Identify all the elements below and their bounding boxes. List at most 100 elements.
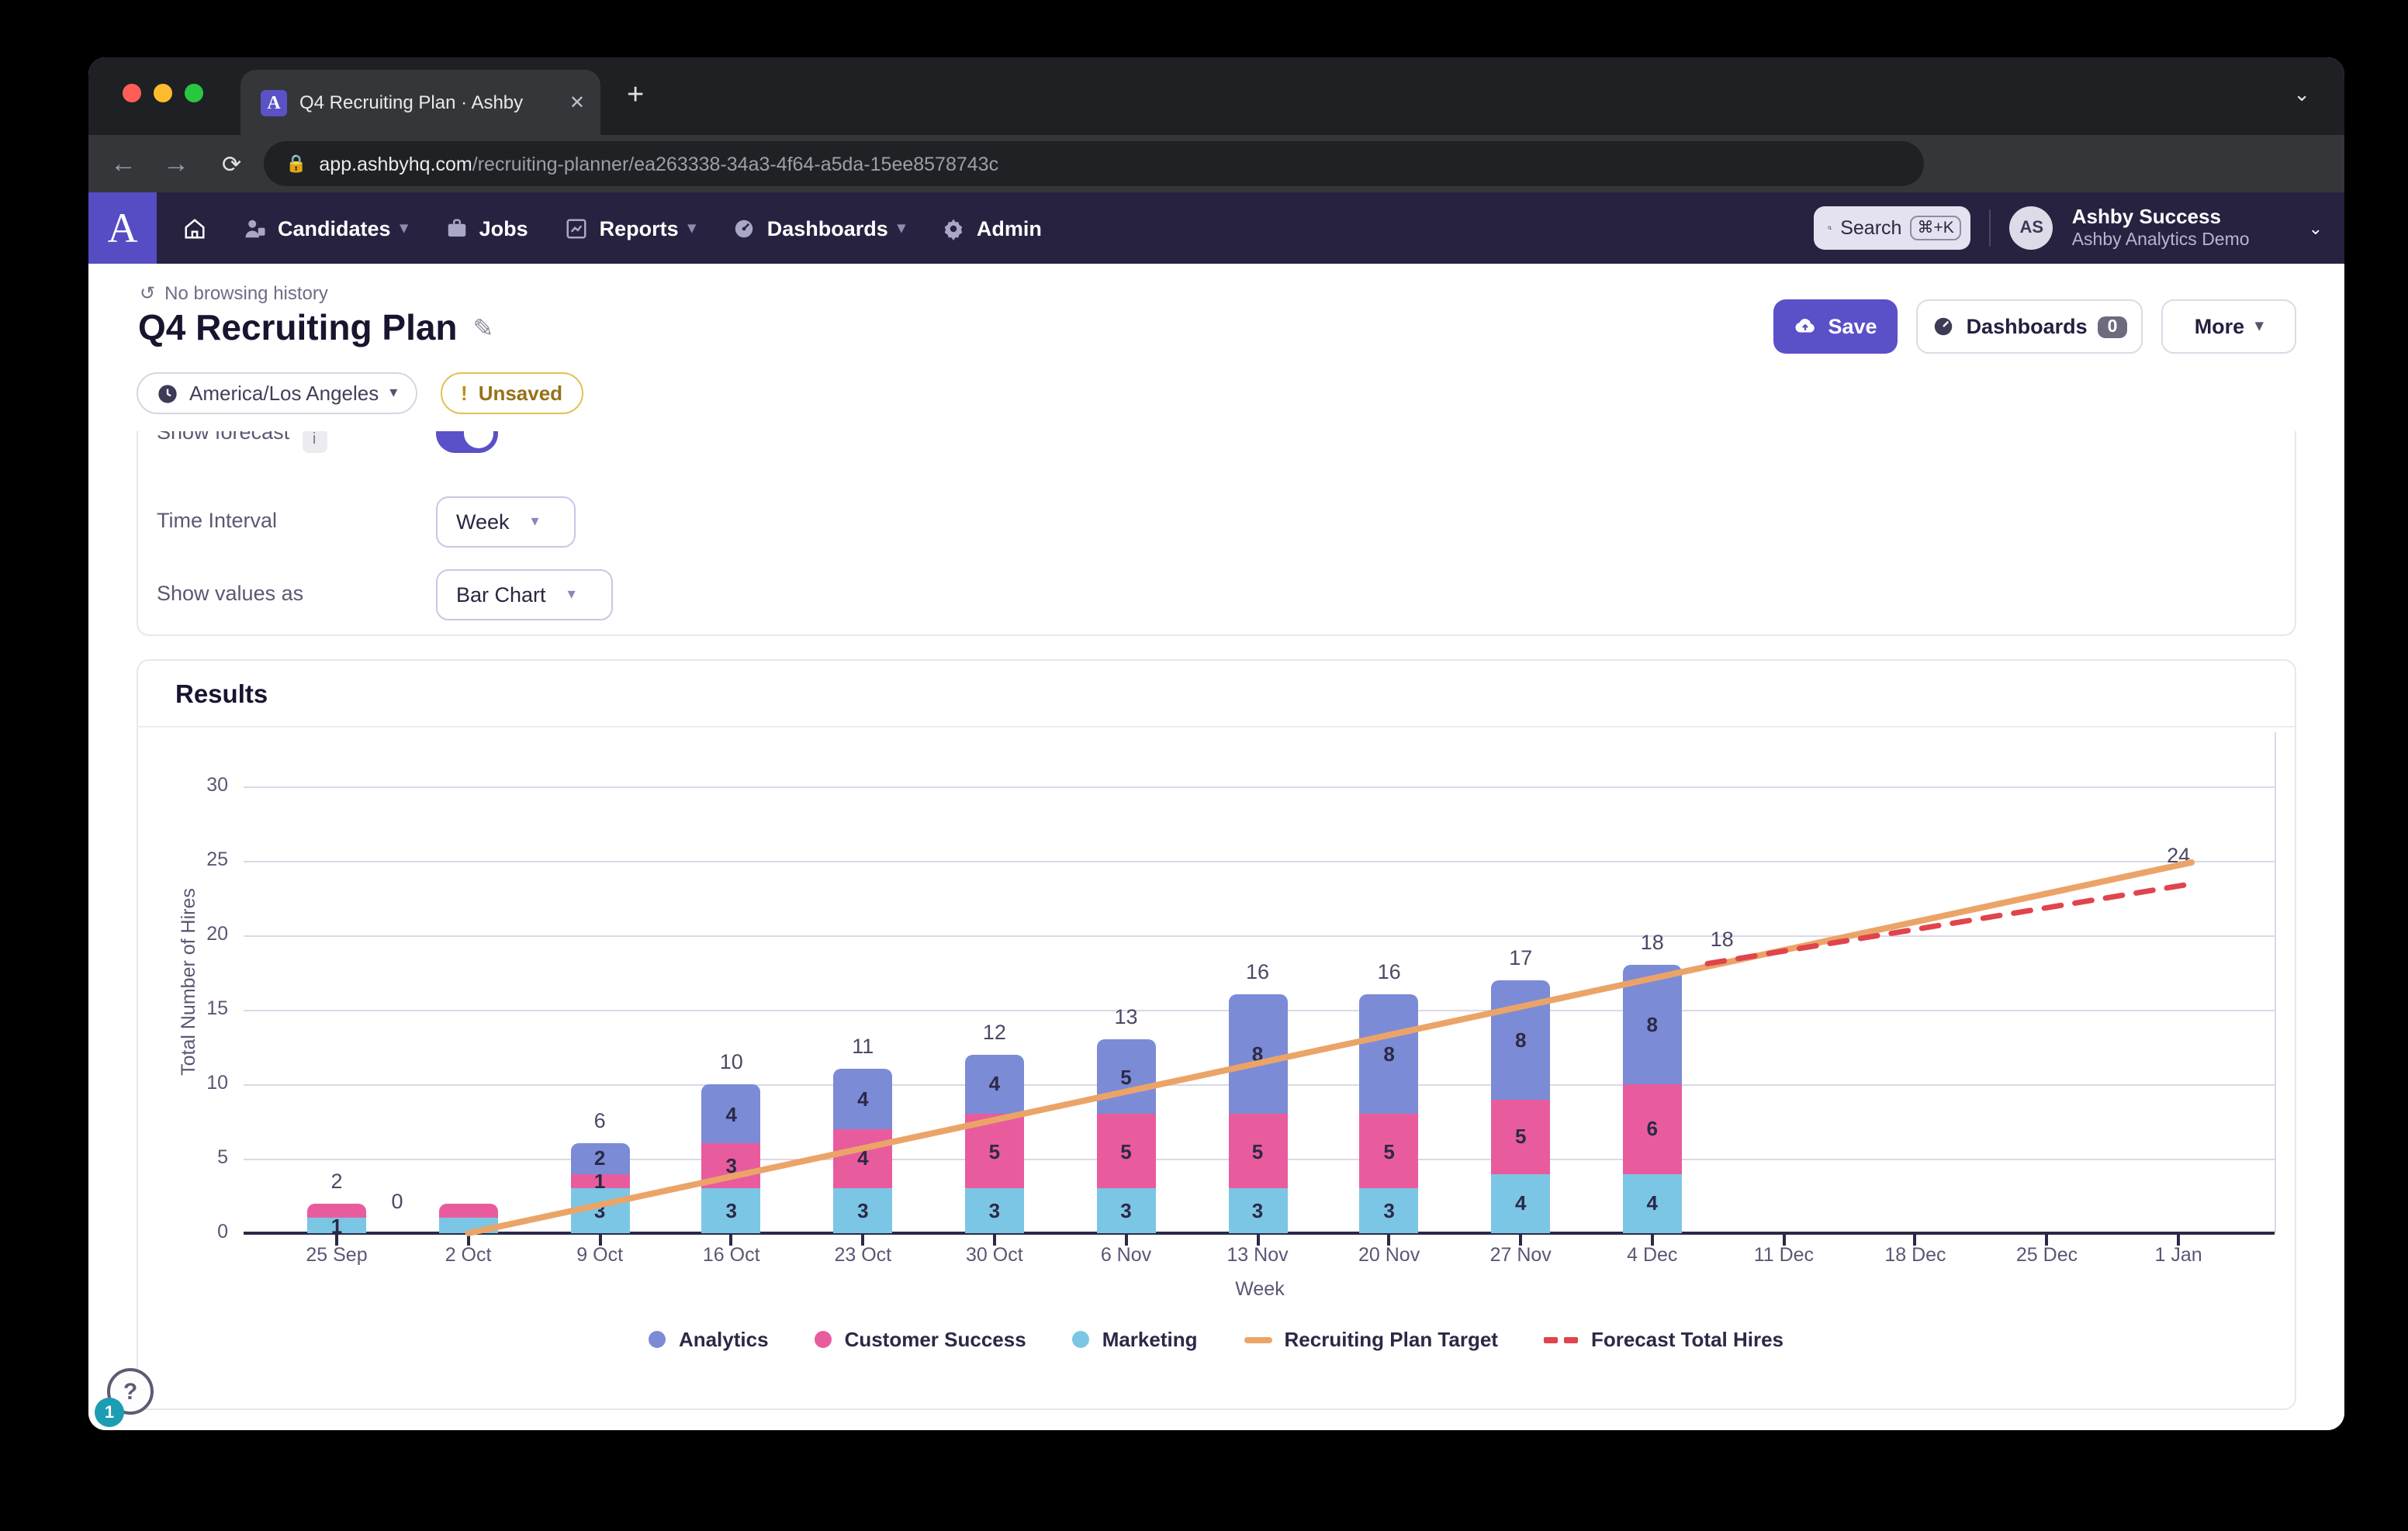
account-menu[interactable]: Ashby Success Ashby Analytics Demo (2072, 204, 2250, 251)
info-icon[interactable]: i (302, 431, 327, 453)
bar-segment: 5 (964, 1114, 1024, 1189)
chevron-down-icon: ▾ (531, 513, 539, 530)
bar-total-label: 17 (1509, 945, 1533, 969)
legend-swatch-icon (815, 1331, 832, 1348)
legend-label: Marketing (1102, 1328, 1198, 1351)
search-input[interactable]: Search ⌘+K (1814, 206, 1971, 250)
tab-close-icon[interactable]: ✕ (569, 92, 585, 113)
reload-button[interactable]: ⟳ (222, 150, 241, 178)
bar-segment: 5 (1359, 1114, 1419, 1189)
history-icon: ↺ (140, 282, 156, 304)
browser-window: A Q4 Recruiting Plan · Ashby ✕ + ⌄ ← → ⟳… (88, 57, 2344, 1430)
bar-segment: 3 (701, 1188, 761, 1233)
legend-swatch-icon (1544, 1336, 1579, 1343)
bar-segment: 5 (1096, 1039, 1156, 1115)
window-zoom-button[interactable] (185, 84, 203, 102)
chevron-down-icon: ▾ (400, 219, 408, 237)
nav-reports[interactable]: Reports ▾ (566, 216, 696, 240)
help-notification-badge: 1 (95, 1398, 124, 1427)
time-interval-select[interactable]: Week ▾ (436, 496, 576, 548)
x-tick-label: 23 Oct (834, 1244, 892, 1266)
new-tab-button[interactable]: + (627, 81, 644, 110)
bar-segment: 8 (1359, 994, 1419, 1115)
show-values-as-select[interactable]: Bar Chart ▾ (436, 569, 613, 620)
legend-swatch-icon (1244, 1336, 1272, 1343)
show-forecast-toggle[interactable] (436, 431, 498, 453)
chart-legend: Analytics Customer Success Marketing Recrui… (138, 1328, 2295, 1351)
legend-item[interactable]: Marketing (1072, 1328, 1198, 1351)
bar-segment (307, 1203, 366, 1218)
legend-label: Analytics (678, 1328, 769, 1351)
x-tick-label: 11 Dec (1753, 1244, 1815, 1266)
x-tick-label: 1 Jan (2154, 1244, 2202, 1266)
legend-swatch-icon (1072, 1331, 1090, 1348)
dashboards-button[interactable]: Dashboards 0 (1916, 299, 2143, 354)
bar-segment: 5 (1228, 1114, 1288, 1189)
save-button[interactable]: Save (1773, 299, 1898, 354)
x-tick-label: 25 Sep (306, 1244, 368, 1266)
x-tick-label: 6 Nov (1100, 1244, 1152, 1266)
chevron-down-icon: ▾ (687, 219, 696, 237)
bar-segment: 3 (1228, 1188, 1288, 1233)
gridline (244, 786, 2275, 788)
back-button[interactable]: ← (110, 149, 137, 180)
bar-segment: 8 (1228, 994, 1288, 1115)
bar-segment: 4 (1622, 1173, 1682, 1233)
results-card: Results Total Number of Hires Week 0 5 10 1… (137, 659, 2296, 1410)
bar-segment: 5 (1491, 1099, 1551, 1174)
line-point-label: 24 (2167, 844, 2191, 868)
legend-item[interactable]: Customer Success (815, 1328, 1026, 1351)
legend-label: Recruiting Plan Target (1284, 1328, 1498, 1351)
address-bar[interactable]: 🔒 app.ashbyhq.com/recruiting-planner/ea2… (264, 141, 1924, 186)
nav-candidates[interactable]: Candidates ▾ (244, 216, 408, 240)
jobs-icon (448, 218, 465, 236)
forward-button[interactable]: → (163, 149, 189, 180)
candidates-icon (245, 219, 265, 237)
timezone-selector[interactable]: America/Los Angeles ▾ (137, 372, 418, 414)
browsing-history-status: ↺ No browsing history (140, 282, 328, 304)
more-button[interactable]: More ▾ (2161, 299, 2296, 354)
y-tick-label: 5 (217, 1146, 228, 1168)
legend-item[interactable]: Analytics (649, 1328, 769, 1351)
nav-admin[interactable]: Admin (943, 216, 1042, 240)
nav-jobs[interactable]: Jobs (445, 216, 528, 240)
x-tick-label: 4 Dec (1627, 1244, 1678, 1266)
chevron-down-icon: ▾ (897, 219, 905, 237)
tab-search-chevron-icon[interactable]: ⌄ (2293, 82, 2310, 107)
chart-settings-card: Show forecast i Time Interval Week ▾ Show… (137, 431, 2296, 636)
browser-tab[interactable]: A Q4 Recruiting Plan · Ashby ✕ (240, 70, 600, 135)
bar-segment: 6 (1622, 1084, 1682, 1174)
legend-item[interactable]: Recruiting Plan Target (1244, 1328, 1498, 1351)
bar-segment: 4 (833, 1069, 893, 1129)
toggle-knob (464, 431, 493, 448)
window-close-button[interactable] (123, 84, 141, 102)
results-title: Results (175, 681, 268, 709)
chevron-down-icon: ▾ (2255, 318, 2264, 335)
dashboards-icon (735, 219, 753, 237)
account-name: Ashby Success (2071, 204, 2221, 228)
bar-total-label: 18 (1640, 931, 1664, 955)
bar-segment: 4 (701, 1084, 761, 1144)
nav-dashboards[interactable]: Dashboards ▾ (733, 216, 905, 240)
account-avatar[interactable]: AS (2009, 206, 2053, 250)
nav-home[interactable] (183, 216, 206, 240)
bar-segment: 3 (833, 1188, 893, 1233)
plot-area: Total Number of Hires Week 0 5 10 15 20 25 30 2… (178, 732, 2276, 1300)
legend-item[interactable]: Forecast Total Hires (1544, 1328, 1784, 1351)
y-tick-label: 30 (206, 774, 228, 796)
dashboards-count-badge: 0 (2098, 316, 2127, 337)
x-tick-label: 2 Oct (445, 1244, 492, 1266)
lock-icon: 🔒 (285, 155, 307, 174)
browser-toolbar: ← → ⟳ 🔒 app.ashbyhq.com/recruiting-plann… (88, 135, 2344, 256)
ashby-logo[interactable]: A (88, 192, 157, 264)
window-minimize-button[interactable] (154, 84, 172, 102)
y-tick-label: 10 (206, 1072, 228, 1094)
edit-title-icon[interactable]: ✎ (473, 313, 494, 344)
search-shortcut: ⌘+K (1909, 216, 1962, 240)
bar-segment: 3 (701, 1143, 761, 1189)
chevron-down-icon: ▾ (567, 586, 576, 603)
bar-segment: 4 (833, 1128, 893, 1189)
url-path: /recruiting-planner/ea263338-34a3-4f64-a… (472, 153, 999, 175)
page-title: Q4 Recruiting Plan ✎ (138, 307, 494, 347)
chevron-down-icon[interactable]: ⌄ (2309, 218, 2323, 238)
